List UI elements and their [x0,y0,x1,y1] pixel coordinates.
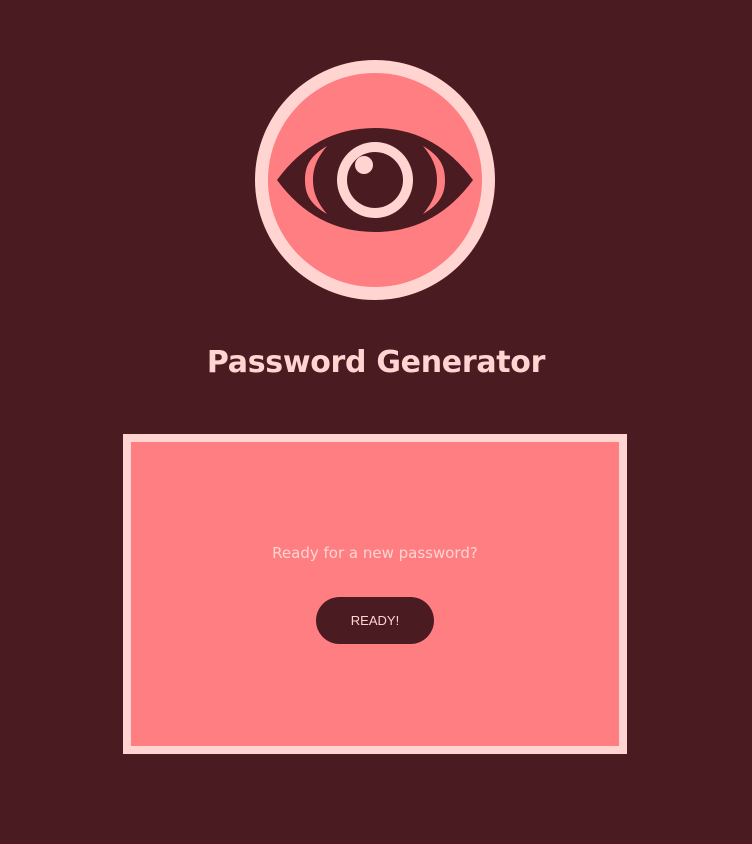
page-title: Password Generator [206,345,546,380]
generator-card: Ready for a new password? READY! [123,434,627,754]
ready-prompt: Ready for a new password? [272,544,478,562]
logo [255,60,495,300]
ready-button[interactable]: READY! [316,597,434,644]
eye-icon [255,60,495,300]
